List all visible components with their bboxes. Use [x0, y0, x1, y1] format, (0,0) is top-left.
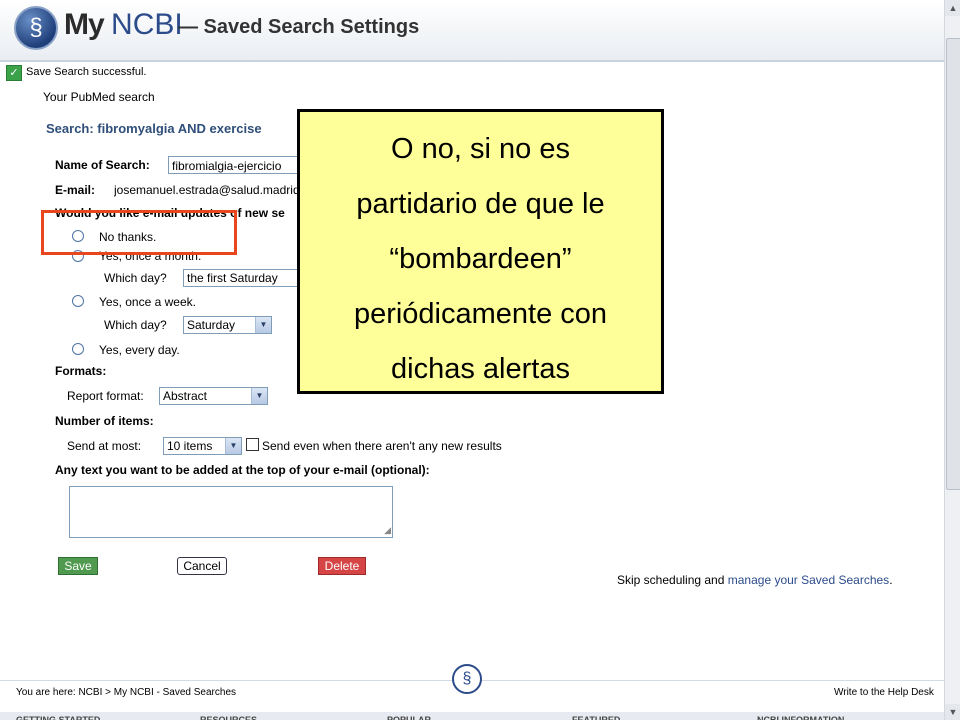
checkmark-icon: ✓: [6, 65, 22, 81]
formats-label: Formats:: [55, 364, 107, 378]
footer-nav-getting-started[interactable]: GETTING STARTED: [16, 712, 100, 720]
option-daily: Yes, every day.: [99, 343, 180, 357]
ncbi-footer-logo-icon: §: [452, 664, 482, 694]
brand-ncbi: NCBI: [111, 8, 183, 41]
save-button[interactable]: Save: [58, 557, 98, 575]
delete-button[interactable]: Delete: [318, 557, 366, 575]
brand-title: My NCBI: [64, 8, 183, 42]
monthly-day-value: the first Saturday: [187, 271, 278, 285]
cancel-button[interactable]: Cancel: [177, 557, 227, 575]
callout-line: “bombardeen”: [389, 243, 572, 275]
email-label: E-mail:: [55, 183, 96, 197]
ncbi-logo-icon: §: [14, 6, 58, 50]
callout-line: O no, si no es: [391, 133, 570, 165]
callout-line: dichas alertas: [391, 353, 570, 385]
send-at-most-label: Send at most:: [67, 439, 142, 453]
weekly-day-value: Saturday: [187, 318, 236, 332]
weekly-which-day-label: Which day?: [104, 318, 167, 332]
send-at-most-value: 10 items: [167, 439, 213, 453]
callout-line: periódicamente con: [353, 298, 608, 330]
report-format-label: Report format:: [67, 389, 144, 403]
report-format-value: Abstract: [163, 389, 208, 403]
highlight-box: [41, 210, 237, 255]
page-title: — Saved Search Settings: [178, 16, 420, 38]
send-even-checkbox[interactable]: [246, 438, 259, 451]
email-text-label: Any text you want to be added at the top…: [55, 463, 430, 477]
send-even-label: Send even when there aren't any new resu…: [262, 439, 502, 453]
search-context: Your PubMed search: [43, 90, 155, 104]
callout-line: partidario de que le: [356, 188, 605, 220]
skip-scheduling-text: Skip scheduling and manage your Saved Se…: [617, 573, 893, 587]
resize-grip-icon[interactable]: ◢: [384, 525, 391, 536]
skip-suffix: .: [889, 573, 893, 587]
chevron-down-icon: ▼: [255, 317, 271, 333]
weekly-day-select[interactable]: Saturday ▼: [183, 316, 272, 334]
callout-text: O no, si no es partidario de que le “bom…: [300, 122, 661, 397]
email-value: josemanuel.estrada@salud.madrid: [114, 183, 298, 197]
footer-nav-ncbi-information[interactable]: NCBI INFORMATION: [757, 712, 844, 720]
email-text-textarea[interactable]: ◢: [69, 486, 393, 538]
annotation-callout: O no, si no es partidario de que le “bom…: [297, 109, 664, 394]
footer-nav-featured[interactable]: FEATURED: [572, 712, 620, 720]
search-title: Search: fibromyalgia AND exercise: [46, 121, 262, 136]
skip-prefix: Skip scheduling and: [617, 573, 728, 587]
name-label: Name of Search:: [55, 158, 150, 172]
number-items-label: Number of items:: [55, 414, 154, 428]
send-at-most-select[interactable]: 10 items ▼: [163, 437, 242, 455]
footer-nav-resources[interactable]: RESOURCES: [200, 712, 257, 720]
success-message: Save Search successful.: [26, 66, 147, 78]
scroll-thumb[interactable]: [946, 38, 960, 490]
option-weekly: Yes, once a week.: [99, 295, 196, 309]
radio-weekly[interactable]: [72, 295, 84, 307]
vertical-scrollbar[interactable]: ▲ ▼: [944, 0, 960, 720]
radio-daily[interactable]: [72, 343, 84, 355]
footer-nav-popular[interactable]: POPULAR: [387, 712, 431, 720]
chevron-down-icon: ▼: [251, 388, 267, 404]
brand-my: My: [64, 8, 105, 41]
scroll-up-arrow-icon[interactable]: ▲: [945, 0, 960, 16]
search-name-input[interactable]: fibromialgia-ejercicio: [168, 156, 300, 174]
breadcrumb[interactable]: You are here: NCBI > My NCBI - Saved Sea…: [16, 687, 236, 698]
monthly-day-select[interactable]: the first Saturday: [183, 269, 299, 287]
manage-saved-searches-link[interactable]: manage your Saved Searches: [728, 573, 889, 587]
chevron-down-icon: ▼: [225, 438, 241, 454]
scroll-down-arrow-icon[interactable]: ▼: [945, 704, 960, 720]
report-format-select[interactable]: Abstract ▼: [159, 387, 268, 405]
monthly-which-day-label: Which day?: [104, 271, 167, 285]
page-header: § My NCBI — Saved Search Settings: [0, 0, 944, 62]
footer-nav: GETTING STARTED RESOURCES POPULAR FEATUR…: [0, 712, 944, 720]
help-desk-link[interactable]: Write to the Help Desk: [834, 687, 934, 698]
